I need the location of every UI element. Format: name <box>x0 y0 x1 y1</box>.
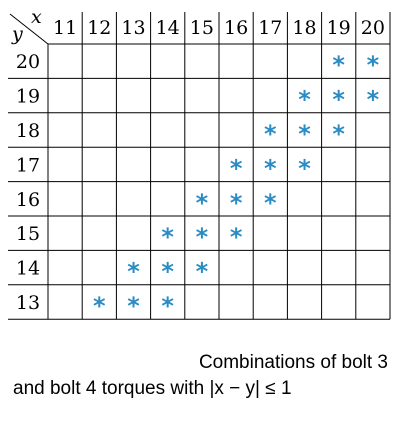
column-label-11: 11 <box>53 17 77 39</box>
row-label-18: 18 <box>16 120 40 142</box>
torque-combination-grid: x y 11 12 13 14 15 16 17 18 19 20 20 19 18 17 16 15 14 1… <box>8 6 391 320</box>
asterisk-marker: * <box>161 292 174 320</box>
column-label-19: 19 <box>327 17 351 39</box>
asterisk-marker: * <box>230 189 243 217</box>
row-labels: 20 19 18 17 16 15 14 13 <box>16 51 40 314</box>
row-label-17: 17 <box>16 154 40 176</box>
corner-header: x y <box>9 6 49 45</box>
asterisk-marker: * <box>230 154 243 182</box>
asterisk-marker: * <box>264 189 277 217</box>
column-label-14: 14 <box>156 17 180 39</box>
x-variable-label: x <box>31 6 42 28</box>
asterisk-marker: * <box>264 154 277 182</box>
asterisk-marker: * <box>332 120 345 148</box>
row-label-16: 16 <box>16 189 40 211</box>
column-label-16: 16 <box>224 17 248 39</box>
column-label-12: 12 <box>87 17 111 39</box>
asterisk-marker: * <box>161 223 174 251</box>
asterisk-marker: * <box>161 258 174 286</box>
asterisk-marker: * <box>196 223 209 251</box>
row-label-13: 13 <box>16 292 40 314</box>
figure-caption: Combinations of bolt 3 and bolt 4 torque… <box>0 350 388 402</box>
column-label-13: 13 <box>121 17 145 39</box>
asterisk-marker: * <box>367 51 380 79</box>
row-label-19: 19 <box>16 86 40 108</box>
column-label-15: 15 <box>190 17 214 39</box>
asterisk-marker: * <box>298 120 311 148</box>
asterisk-marker: * <box>332 51 345 79</box>
asterisk-marker: * <box>298 154 311 182</box>
asterisk-marker: * <box>298 86 311 114</box>
y-variable-label: y <box>11 23 23 45</box>
asterisk-marker: * <box>230 223 243 251</box>
asterisk-marker: * <box>93 292 106 320</box>
asterisk-marker: * <box>127 292 140 320</box>
marked-cells: * * * * * * * * * * * * * * * * * * * * * * * <box>93 51 380 320</box>
row-label-20: 20 <box>16 51 40 73</box>
column-label-20: 20 <box>361 17 385 39</box>
asterisk-marker: * <box>196 258 209 286</box>
asterisk-marker: * <box>332 86 345 114</box>
caption-line-2: and bolt 4 torques with |x − y| ≤ 1 <box>13 378 292 399</box>
asterisk-marker: * <box>127 258 140 286</box>
column-label-18: 18 <box>292 17 316 39</box>
asterisk-marker: * <box>264 120 277 148</box>
asterisk-marker: * <box>367 86 380 114</box>
row-label-14: 14 <box>16 258 40 280</box>
caption-line-1: Combinations of bolt 3 <box>198 352 388 373</box>
row-label-15: 15 <box>16 223 40 245</box>
asterisk-marker: * <box>196 189 209 217</box>
column-label-17: 17 <box>258 17 282 39</box>
